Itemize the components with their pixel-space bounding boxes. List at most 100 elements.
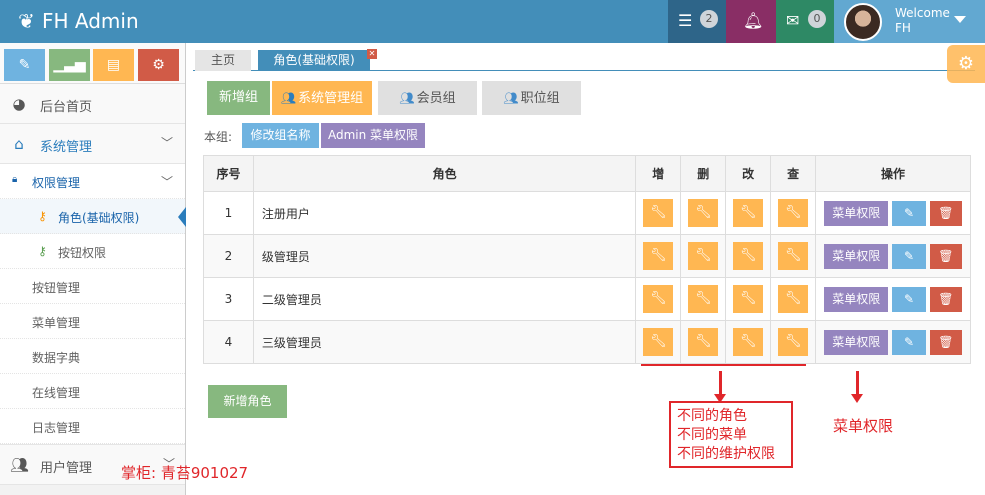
wrench-icon[interactable]: 🔧︎ (643, 242, 674, 270)
menu-perm-button[interactable]: 菜单权限 (824, 286, 889, 312)
table-row: 1 注册用户 🔧︎ 🔧︎ 🔧︎ 🔧︎ 菜单权限 ✎ 🗑︎ (203, 191, 971, 235)
tab-home[interactable]: 主页 (195, 50, 251, 71)
trash-icon[interactable]: 🗑︎ (929, 243, 962, 269)
admin-menu-perm-button[interactable]: Admin 菜单权限 (321, 123, 425, 148)
group-label: 会员组 (416, 91, 456, 106)
edit-icon[interactable]: ✎ (892, 286, 927, 312)
menu-perm-button[interactable]: 菜单权限 (824, 329, 889, 355)
wrench-icon[interactable]: 🔧︎ (778, 242, 809, 270)
annotation-line: 不同的角色 (677, 408, 747, 424)
group-position-button[interactable]: 👥︎ 职位组 (482, 81, 581, 115)
col-header-add: 增 (635, 155, 682, 192)
signal-icon: ▁▃▅ (53, 57, 86, 73)
wrench-icon[interactable]: 🔧︎ (778, 285, 809, 313)
cogs-icon: ⚙ (152, 57, 165, 73)
query-perm-cell: 🔧︎ (770, 277, 817, 321)
trash-icon[interactable]: 🗑︎ (929, 200, 962, 226)
tasks-button[interactable]: ☰ 2 (668, 0, 726, 43)
add-perm-cell: 🔧︎ (635, 320, 682, 364)
wrench-icon[interactable]: 🔧︎ (688, 199, 719, 227)
add-perm-cell: 🔧︎ (635, 191, 682, 235)
add-role-button[interactable]: 新增角色 (208, 385, 287, 418)
actions-cell: 菜单权限 ✎ 🗑︎ (815, 234, 971, 278)
brand[interactable]: ❦ FH Admin (18, 9, 139, 33)
close-icon[interactable]: ✕ (367, 49, 377, 59)
sidebar-item-role[interactable]: ⚷ 角色(基础权限) (0, 199, 186, 234)
row-role-name: 三级管理员 (252, 320, 637, 364)
table-row: 3 二级管理员 🔧︎ 🔧︎ 🔧︎ 🔧︎ 菜单权限 ✎ 🗑︎ (203, 277, 971, 321)
trash-icon[interactable]: 🗑︎ (929, 329, 962, 355)
wrench-icon[interactable]: 🔧︎ (733, 285, 764, 313)
edit-icon[interactable]: ✎ (892, 200, 927, 226)
wrench-icon[interactable]: 🔧︎ (688, 328, 719, 356)
annotation-arrow (714, 371, 726, 403)
sidebar-item-button-perm[interactable]: ⚷ 按钮权限 (0, 234, 185, 269)
leaf-icon: ❦ (18, 9, 35, 33)
sidebar-item-label: 角色(基础权限) (58, 211, 140, 225)
signal-shortcut-button[interactable]: ▁▃▅ (49, 49, 90, 81)
wrench-icon[interactable]: 🔧︎ (643, 328, 674, 356)
row-no: 1 (203, 191, 254, 235)
sidebar-item-dashboard[interactable]: ◕ 后台首页 (0, 84, 185, 124)
sidebar-item-label: 后台首页 (40, 100, 93, 115)
messages-button[interactable]: ✉ 0 (776, 0, 834, 43)
tab-role[interactable]: 角色(基础权限) (258, 50, 370, 71)
edit-icon[interactable]: ✎ (892, 329, 927, 355)
pencil-shortcut-button[interactable]: ✎ (4, 49, 45, 81)
rename-group-button[interactable]: 修改组名称 (242, 123, 319, 148)
wrench-icon[interactable]: 🔧︎ (733, 328, 764, 356)
annotation-arrow (851, 371, 863, 403)
edit-icon[interactable]: ✎ (892, 243, 927, 269)
delete-perm-cell: 🔧︎ (680, 191, 727, 235)
sidebar-item-menu-manage[interactable]: 菜单管理 (0, 304, 185, 339)
wrench-icon[interactable]: 🔧︎ (643, 285, 674, 313)
book-icon: ▤ (106, 57, 121, 73)
sidebar-item-button-manage[interactable]: 按钮管理 (0, 269, 185, 304)
delete-perm-cell: 🔧︎ (680, 234, 727, 278)
actions-cell: 菜单权限 ✎ 🗑︎ (815, 191, 971, 235)
sidebar-item-dictionary[interactable]: 数据字典 (0, 339, 185, 374)
group-member-button[interactable]: 👥︎ 会员组 (378, 81, 477, 115)
tab-bar: 主页 角色(基础权限) ✕ (193, 49, 975, 71)
sidebar-item-system[interactable]: ⌂ 系统管理 ﹀ (0, 124, 185, 164)
col-header-edit: 改 (725, 155, 772, 192)
wrench-icon[interactable]: 🔧︎ (778, 328, 809, 356)
wrench-icon[interactable]: 🔧︎ (733, 199, 764, 227)
group-system-button[interactable]: 👥︎ 系统管理组 (272, 81, 372, 115)
sidebar-item-label: 按钮管理 (32, 281, 81, 295)
key-icon: ⚷ (38, 209, 47, 223)
tasks-badge: 2 (700, 10, 718, 28)
cogs-shortcut-button[interactable]: ⚙ (138, 49, 179, 81)
menu-perm-button[interactable]: 菜单权限 (824, 200, 889, 226)
users-icon: 👥︎ (10, 456, 30, 474)
notifications-button[interactable]: 🔔︎ (726, 0, 776, 43)
row-no: 2 (203, 234, 254, 278)
wrench-icon[interactable]: 🔧︎ (688, 285, 719, 313)
welcome-text: Welcome (895, 6, 950, 20)
sidebar-item-permission[interactable]: 🔒︎ 权限管理 ﹀ (0, 164, 185, 199)
book-shortcut-button[interactable]: ▤ (93, 49, 134, 81)
table-header-row: 序号 角色 增 删 改 查 操作 (203, 155, 971, 192)
sidebar: ✎ ▁▃▅ ▤ ⚙ ◕ 后台首页 ⌂ 系统管理 ﹀ 🔒︎ 权限管理 ﹀ ⚷ 角色… (0, 43, 186, 495)
annotation-line: 不同的菜单 (677, 427, 747, 443)
settings-button[interactable]: ⚙ (947, 45, 985, 83)
wrench-icon[interactable]: 🔧︎ (643, 199, 674, 227)
annotation-underline (641, 364, 806, 366)
query-perm-cell: 🔧︎ (770, 234, 817, 278)
wrench-icon[interactable]: 🔧︎ (688, 242, 719, 270)
row-no: 3 (203, 277, 254, 321)
col-header-no: 序号 (203, 155, 254, 192)
user-menu[interactable]: Welcome FH (834, 0, 985, 43)
sidebar-item-online[interactable]: 在线管理 (0, 374, 185, 409)
users-icon: 👥︎ (280, 91, 297, 105)
key-icon: ⚷ (38, 244, 47, 258)
sidebar-item-label: 按钮权限 (58, 246, 107, 260)
watermark-text: 掌柜: 青苔901027 (121, 464, 249, 482)
sidebar-item-log[interactable]: 日志管理 (0, 409, 185, 444)
add-perm-cell: 🔧︎ (635, 277, 682, 321)
trash-icon[interactable]: 🗑︎ (929, 286, 962, 312)
wrench-icon[interactable]: 🔧︎ (733, 242, 764, 270)
add-group-button[interactable]: 新增组 (207, 81, 270, 115)
wrench-icon[interactable]: 🔧︎ (778, 199, 809, 227)
menu-perm-button[interactable]: 菜单权限 (824, 243, 889, 269)
